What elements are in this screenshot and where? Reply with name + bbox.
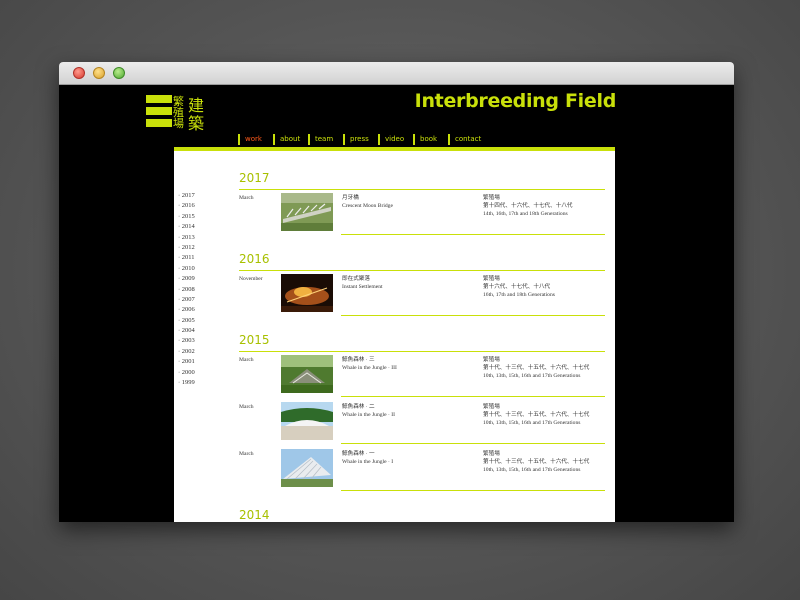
entry-credit-zh: 繁殖場 [483, 195, 500, 201]
nav-video[interactable]: video [378, 134, 404, 145]
year-link-2003[interactable]: · 2003 [178, 336, 195, 346]
entry-title-zh[interactable]: 月牙橋 [342, 194, 359, 202]
year-link-2014[interactable]: · 2014 [178, 222, 195, 232]
entry-generations-zh: 第十代、十三代、十五代、十六代、十七代 [483, 365, 590, 371]
year-link-2007[interactable]: · 2007 [178, 295, 195, 305]
project-thumbnail[interactable] [281, 449, 333, 487]
nav-about[interactable]: about [273, 134, 300, 145]
entry-month: March [239, 404, 254, 410]
entry-separator [341, 490, 605, 491]
entry-credit-zh: 繁殖場 [483, 404, 500, 410]
year-link-2016[interactable]: · 2016 [178, 201, 195, 211]
entry-generations-en: 10th, 13th, 15th, 16th and 17th Generati… [483, 420, 581, 426]
site-title[interactable]: Interbreeding Field [415, 90, 617, 112]
year-link-2009[interactable]: · 2009 [178, 274, 195, 284]
nav-work[interactable]: work [238, 134, 262, 145]
logo-character: 場 [173, 117, 184, 130]
entry-generations-en: 10th, 13th, 15th, 16th and 17th Generati… [483, 467, 581, 473]
entry-month: March [239, 451, 254, 457]
project-thumbnail[interactable] [281, 193, 333, 231]
entry-title-en[interactable]: Instant Settlement [342, 283, 383, 291]
year-link-2008[interactable]: · 2008 [178, 285, 195, 295]
website: 繁 殖 場 建 築 Interbreeding Field work about t… [59, 85, 734, 522]
year-link-2010[interactable]: · 2010 [178, 264, 195, 274]
year-heading-2015: 2015 [239, 332, 605, 352]
entry-credit-zh: 繁殖場 [483, 357, 500, 363]
nav-book[interactable]: book [413, 134, 437, 145]
year-link-2012[interactable]: · 2012 [178, 243, 195, 253]
entry-generations-zh: 第十代、十三代、十五代、十六代、十七代 [483, 412, 590, 418]
year-list: · 2017 · 2016 · 2015 · 2014 · 2013 · 2012 · 20… [178, 191, 195, 388]
year-link-2015[interactable]: · 2015 [178, 212, 195, 222]
entry-generations-en: 10th, 13th, 15th, 16th and 17th Generati… [483, 373, 581, 379]
entry-credit-zh: 繁殖場 [483, 276, 500, 282]
entry-separator [341, 315, 605, 316]
entry-month: March [239, 357, 254, 363]
entry-title-zh[interactable]: 鯨魚森林 · 一 [342, 450, 375, 458]
year-heading-2016: 2016 [239, 251, 605, 271]
year-link-2006[interactable]: · 2006 [178, 305, 195, 315]
entry-month: November [239, 276, 263, 282]
entry-generations-en: 16th, 17th and 18th Generations [483, 292, 555, 298]
entry-separator [341, 443, 605, 444]
entry-title-en[interactable]: Whale in the Jungle · I [342, 458, 393, 466]
entry-title-zh[interactable]: 鯨魚森林 · 三 [342, 356, 375, 364]
entry-title-en[interactable]: Whale in the Jungle · III [342, 364, 397, 372]
year-link-2013[interactable]: · 2013 [178, 233, 195, 243]
site-logo[interactable]: 繁 殖 場 建 築 [146, 93, 208, 131]
close-window-button[interactable] [73, 67, 85, 79]
content-panel: · 2017 · 2016 · 2015 · 2014 · 2013 · 2012 · 20… [174, 151, 615, 522]
year-link-1999[interactable]: · 1999 [178, 378, 195, 388]
browser-window: 繁 殖 場 建 築 Interbreeding Field work about t… [59, 62, 734, 522]
year-link-2017[interactable]: · 2017 [178, 191, 195, 201]
project-thumbnail[interactable] [281, 355, 333, 393]
entry-month: March [239, 195, 254, 201]
minimize-window-button[interactable] [93, 67, 105, 79]
entry-title-en[interactable]: Crescent Moon Bridge [342, 202, 393, 210]
entry-title-en[interactable]: Whale in the Jungle · II [342, 411, 395, 419]
entry-generations-zh: 第十代、十三代、十五代、十六代、十七代 [483, 459, 590, 465]
year-link-2000[interactable]: · 2000 [178, 368, 195, 378]
entry-separator [341, 396, 605, 397]
entry-title-zh[interactable]: 鯨魚森林 · 二 [342, 403, 375, 411]
year-link-2011[interactable]: · 2011 [178, 253, 195, 263]
logo-character: 築 [188, 114, 204, 131]
year-link-2004[interactable]: · 2004 [178, 326, 195, 336]
entry-separator [341, 234, 605, 235]
logo-character: 建 [188, 96, 204, 115]
entry-credit-zh: 繁殖場 [483, 451, 500, 457]
year-heading-2014: 2014 [239, 507, 605, 522]
nav-contact[interactable]: contact [448, 134, 481, 145]
year-heading-2017: 2017 [239, 170, 605, 190]
nav-team[interactable]: team [308, 134, 333, 145]
zoom-window-button[interactable] [113, 67, 125, 79]
entry-title-zh[interactable]: 即在式聚落 [342, 275, 370, 283]
window-titlebar [59, 62, 734, 85]
year-link-2005[interactable]: · 2005 [178, 316, 195, 326]
project-thumbnail[interactable] [281, 274, 333, 312]
entry-generations-en: 14th, 16th, 17th and 18th Generations [483, 211, 568, 217]
nav-press[interactable]: press [343, 134, 369, 145]
entry-generations-zh: 第十四代、十六代、十七代、十八代 [483, 203, 573, 209]
year-link-2001[interactable]: · 2001 [178, 357, 195, 367]
entry-generations-zh: 第十六代、十七代、十八代 [483, 284, 551, 290]
project-thumbnail[interactable] [281, 402, 333, 440]
year-link-2002[interactable]: · 2002 [178, 347, 195, 357]
